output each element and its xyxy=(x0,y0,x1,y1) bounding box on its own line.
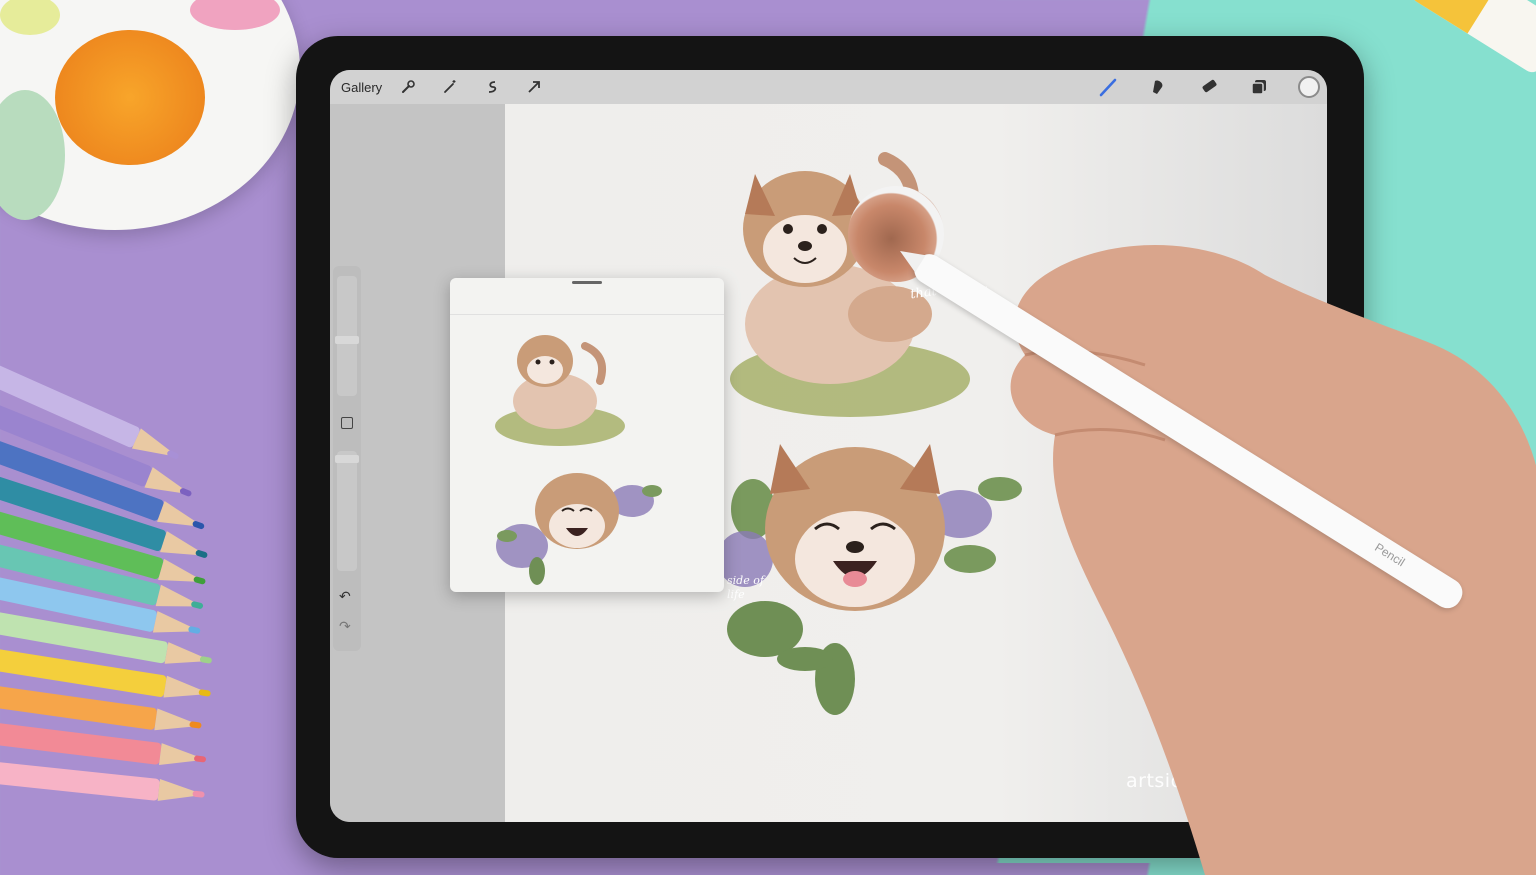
gallery-button[interactable]: Gallery xyxy=(341,80,382,95)
reference-dog-lying xyxy=(495,335,625,446)
selection-icon[interactable] xyxy=(480,75,504,99)
modify-square-icon[interactable] xyxy=(341,417,353,429)
brush-size-handle[interactable] xyxy=(335,336,359,344)
undo-icon[interactable]: ↶ xyxy=(339,588,351,605)
smudge-icon[interactable] xyxy=(1147,75,1171,99)
eraser-icon[interactable] xyxy=(1197,75,1221,99)
reference-grab-handle[interactable] xyxy=(572,281,602,284)
color-circle-icon[interactable] xyxy=(1297,75,1321,99)
transform-arrow-icon[interactable] xyxy=(522,75,546,99)
lettering-bottom: side of life xyxy=(727,574,764,601)
redo-icon[interactable]: ↷ xyxy=(339,618,351,635)
glue-stick xyxy=(1392,0,1536,101)
opacity-handle[interactable] xyxy=(335,455,359,463)
left-sidebar: ↶ ↷ xyxy=(333,266,361,651)
magic-wand-icon[interactable] xyxy=(438,75,462,99)
reference-window[interactable] xyxy=(450,278,724,592)
wrench-icon[interactable] xyxy=(396,75,420,99)
hand xyxy=(1010,245,1536,875)
opacity-slider[interactable] xyxy=(335,451,359,571)
top-toolbar: Gallery xyxy=(330,70,1327,104)
layers-icon[interactable] xyxy=(1247,75,1271,99)
reference-dog-smiling xyxy=(496,473,662,585)
pencil-pink xyxy=(0,756,206,806)
colored-pencils xyxy=(0,0,300,863)
brush-size-slider[interactable] xyxy=(335,276,359,396)
brush-icon[interactable] xyxy=(1097,75,1121,99)
